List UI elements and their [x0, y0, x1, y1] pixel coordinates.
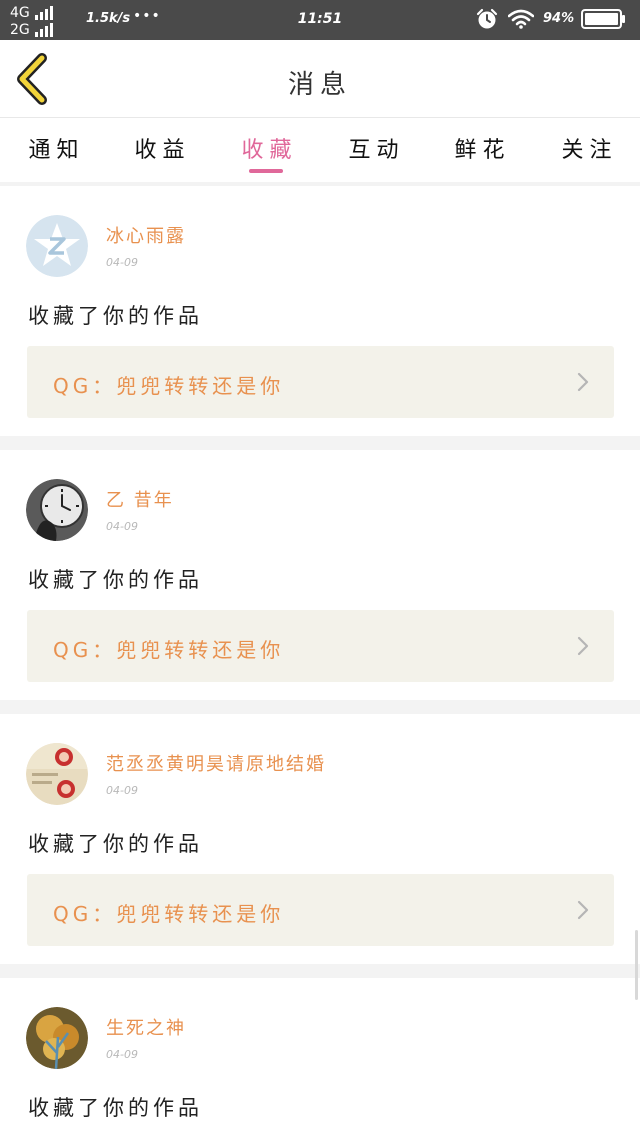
tab-label: 互动	[348, 138, 405, 163]
timestamp: 04-09	[106, 1048, 138, 1061]
username[interactable]: 范丞丞黄明昊请原地结婚	[106, 750, 326, 776]
tab-notifications[interactable]: 通知	[0, 118, 107, 182]
action-text: 收藏了你的作品	[28, 304, 203, 328]
chevron-right-icon	[577, 636, 589, 656]
username[interactable]: 乙 昔年	[106, 486, 174, 512]
status-bar: 4G 2G 1.5k/s ••• 11:51 94%	[0, 0, 640, 40]
avatar[interactable]	[26, 1007, 88, 1069]
tab-label: 关注	[561, 138, 618, 163]
timestamp: 04-09	[106, 256, 138, 269]
work-link[interactable]: QG：兜兜转转还是你	[27, 610, 614, 682]
notification-card: 生死之神 04-09 收藏了你的作品	[0, 978, 640, 1138]
alarm-icon	[476, 8, 498, 29]
timestamp: 04-09	[106, 520, 138, 533]
timestamp: 04-09	[106, 784, 138, 797]
work-title: QG：兜兜转转还是你	[53, 902, 285, 926]
tab-follows[interactable]: 关注	[533, 118, 640, 182]
tab-label: 收益	[134, 138, 191, 163]
active-tab-indicator	[249, 169, 283, 173]
tab-earnings[interactable]: 收益	[106, 118, 213, 182]
header: 消息	[0, 40, 640, 118]
tab-interactions[interactable]: 互动	[320, 118, 427, 182]
work-title: QG：兜兜转转还是你	[53, 638, 285, 662]
notification-card: 乙 昔年 04-09 收藏了你的作品 QG：兜兜转转还是你	[0, 450, 640, 700]
username[interactable]: 生死之神	[106, 1014, 186, 1040]
tab-label: 通知	[28, 138, 85, 163]
battery-percent: 94%	[543, 11, 575, 26]
work-link[interactable]: QG：兜兜转转还是你	[27, 346, 614, 418]
notification-card: 冰心雨露 04-09 收藏了你的作品 QG：兜兜转转还是你	[0, 186, 640, 436]
chevron-right-icon	[577, 372, 589, 392]
avatar[interactable]	[26, 479, 88, 541]
action-text: 收藏了你的作品	[28, 832, 203, 856]
tab-label: 鲜花	[454, 138, 511, 163]
wifi-icon	[508, 9, 534, 29]
tab-favorites[interactable]: 收藏	[213, 118, 320, 182]
tab-label: 收藏	[241, 138, 298, 163]
page-title: 消息	[287, 70, 352, 100]
action-text: 收藏了你的作品	[28, 1096, 203, 1120]
work-title: QG：兜兜转转还是你	[53, 374, 285, 398]
battery-icon	[581, 9, 625, 29]
notification-card: 范丞丞黄明昊请原地结婚 04-09 收藏了你的作品 QG：兜兜转转还是你	[0, 714, 640, 964]
tab-bar: 通知 收益 收藏 互动 鲜花 关注	[0, 118, 640, 182]
tab-flowers[interactable]: 鲜花	[426, 118, 533, 182]
avatar[interactable]	[26, 743, 88, 805]
work-link[interactable]: QG：兜兜转转还是你	[27, 874, 614, 946]
chevron-right-icon	[577, 900, 589, 920]
avatar[interactable]	[26, 215, 88, 277]
scroll-indicator[interactable]	[635, 930, 638, 1000]
action-text: 收藏了你的作品	[28, 568, 203, 592]
username[interactable]: 冰心雨露	[106, 222, 186, 248]
